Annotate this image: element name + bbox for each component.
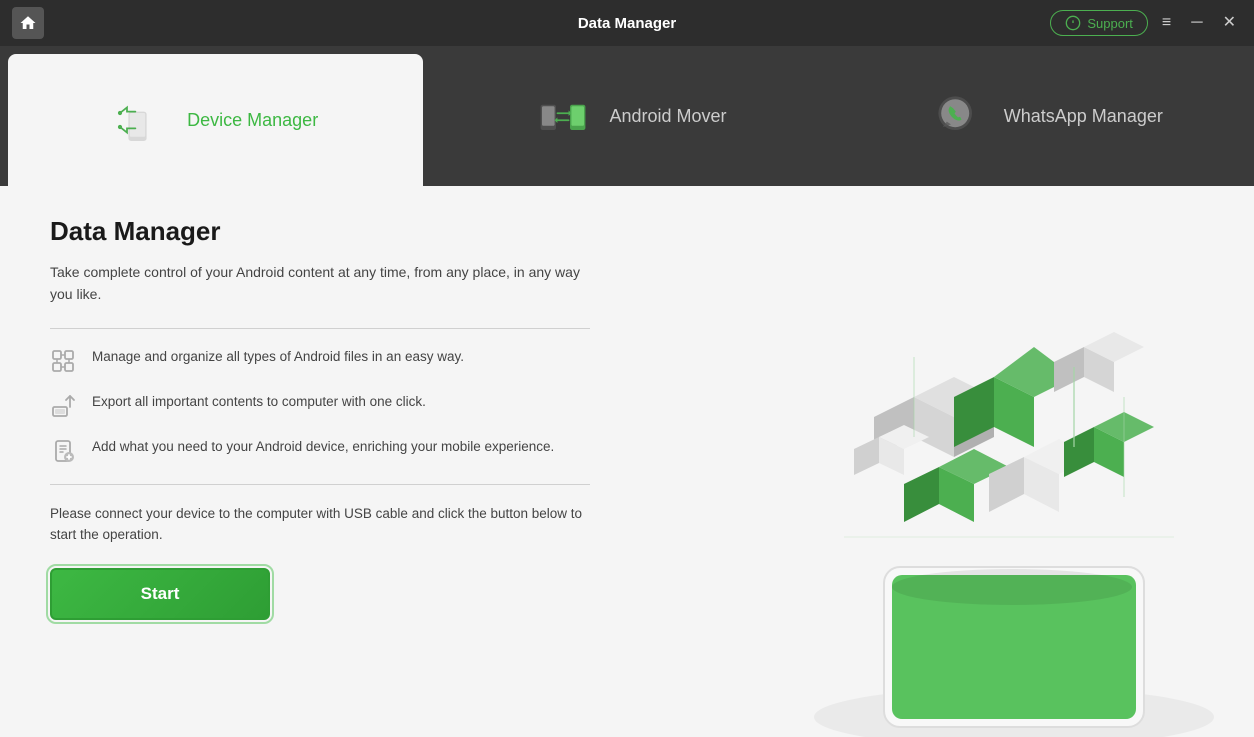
tab-device-manager[interactable]: Device Manager	[8, 54, 423, 186]
device-manager-icon	[113, 92, 169, 148]
content-left: Data Manager Take complete control of yo…	[0, 186, 760, 737]
feature-list: Manage and organize all types of Android…	[50, 347, 710, 466]
support-button[interactable]: Support	[1050, 10, 1148, 36]
page-heading: Data Manager	[50, 216, 710, 247]
illustration	[760, 317, 1254, 737]
feature-text-2: Export all important contents to compute…	[92, 392, 426, 412]
feature-item-2: Export all important contents to compute…	[50, 392, 710, 421]
feature-item-1: Manage and organize all types of Android…	[50, 347, 710, 376]
menu-button[interactable]: ≡	[1156, 13, 1177, 33]
start-button[interactable]: Start	[50, 568, 270, 620]
minimize-button[interactable]: ─	[1185, 13, 1208, 33]
tab-device-manager-label: Device Manager	[187, 110, 318, 131]
manage-files-icon	[50, 348, 78, 376]
divider-top	[50, 328, 590, 329]
feature-item-3: Add what you need to your Android device…	[50, 437, 710, 466]
tab-android-mover-label: Android Mover	[609, 106, 726, 127]
page-description: Take complete control of your Android co…	[50, 261, 590, 306]
content-right	[760, 186, 1254, 737]
app-title: Data Manager	[578, 15, 676, 32]
home-button[interactable]	[12, 7, 44, 39]
title-bar: Data Manager Support ≡ ─ ✕	[0, 0, 1254, 46]
tab-whatsapp-manager[interactable]: WhatsApp Manager	[839, 46, 1254, 186]
android-mover-icon	[535, 88, 591, 144]
window-controls: Support ≡ ─ ✕	[1050, 10, 1242, 36]
whatsapp-manager-icon	[930, 88, 986, 144]
export-icon	[50, 393, 78, 421]
nav-bar: Device Manager Android Mover	[0, 46, 1254, 186]
divider-bottom	[50, 484, 590, 485]
feature-text-1: Manage and organize all types of Android…	[92, 347, 464, 367]
tab-whatsapp-manager-label: WhatsApp Manager	[1004, 106, 1163, 127]
add-content-icon	[50, 438, 78, 466]
main-content: Data Manager Take complete control of yo…	[0, 186, 1254, 737]
connect-text: Please connect your device to the comput…	[50, 503, 590, 546]
close-button[interactable]: ✕	[1217, 13, 1242, 33]
tab-android-mover[interactable]: Android Mover	[423, 46, 838, 186]
feature-text-3: Add what you need to your Android device…	[92, 437, 554, 457]
